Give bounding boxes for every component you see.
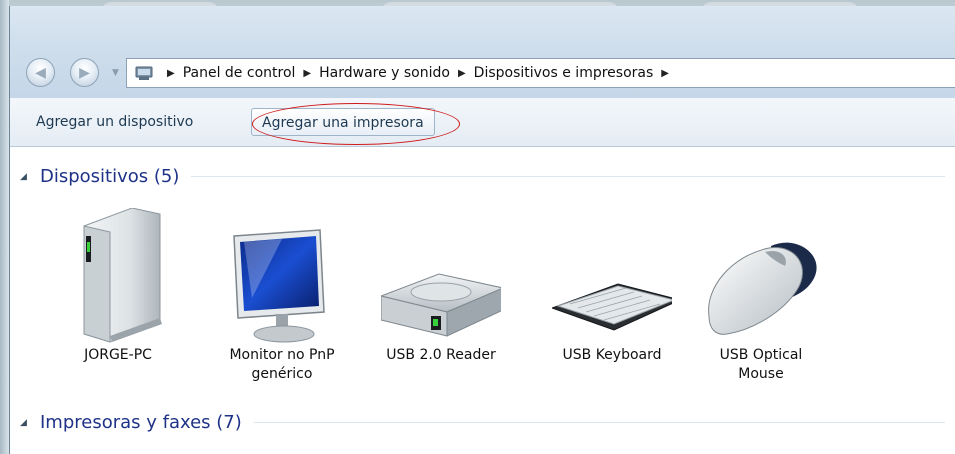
forward-arrow-icon: ▶: [79, 64, 90, 81]
breadcrumb-separator-icon[interactable]: ▶: [458, 68, 466, 79]
breadcrumb-separator-icon[interactable]: ▶: [661, 68, 669, 79]
breadcrumb-item-control-panel[interactable]: Panel de control: [183, 65, 296, 81]
device-label: USB 2.0 Reader: [386, 347, 496, 363]
disk-drive-icon: [379, 208, 505, 344]
address-area: ◀ ▶ ▼ ▶ Panel de control ▶ Hardware y so…: [10, 6, 955, 98]
devices-group-title: Dispositivos (5): [40, 166, 180, 187]
keyboard-icon: [550, 208, 682, 344]
command-bar: Agregar un dispositivo Agregar una impre…: [10, 98, 955, 147]
back-arrow-icon: ◀: [35, 64, 46, 81]
collapse-triangle-icon[interactable]: ◢: [20, 172, 32, 182]
device-label: USB Optical Mouse: [719, 347, 803, 382]
device-label: Monitor no PnP genérico: [229, 347, 335, 382]
computer-tower-icon: [58, 207, 178, 344]
history-dropdown-icon[interactable]: ▼: [112, 68, 119, 78]
printers-group-title: Impresoras y faxes (7): [40, 412, 242, 433]
breadcrumb-item-devices-printers[interactable]: Dispositivos e impresoras: [474, 65, 654, 81]
collapse-triangle-icon[interactable]: ◢: [20, 418, 32, 428]
group-divider: [253, 422, 945, 423]
add-device-button[interactable]: Agregar un dispositivo: [26, 108, 203, 136]
forward-button[interactable]: ▶: [70, 58, 99, 87]
back-button[interactable]: ◀: [26, 58, 55, 87]
address-bar[interactable]: ▶ Panel de control ▶ Hardware y sonido ▶…: [126, 58, 955, 88]
window-left-edge: [0, 0, 9, 454]
group-divider: [191, 176, 945, 177]
add-printer-button[interactable]: Agregar una impresora: [251, 108, 435, 136]
devices-group-header[interactable]: ◢ Dispositivos (5): [20, 166, 945, 187]
device-label: USB Keyboard: [562, 347, 662, 363]
control-panel-icon[interactable]: [135, 65, 153, 81]
breadcrumb: ▶ Panel de control ▶ Hardware y sonido ▶…: [127, 59, 677, 87]
mouse-icon: [701, 208, 821, 344]
device-label: JORGE-PC: [84, 347, 152, 363]
breadcrumb-separator-icon[interactable]: ▶: [303, 68, 311, 79]
printers-group-header[interactable]: ◢ Impresoras y faxes (7): [20, 412, 945, 433]
monitor-icon: [222, 208, 342, 344]
screenshot-frame: ◀ ▶ ▼ ▶ Panel de control ▶ Hardware y so…: [0, 0, 955, 454]
breadcrumb-item-hardware[interactable]: Hardware y sonido: [319, 65, 450, 81]
breadcrumb-separator-icon[interactable]: ▶: [167, 68, 175, 79]
